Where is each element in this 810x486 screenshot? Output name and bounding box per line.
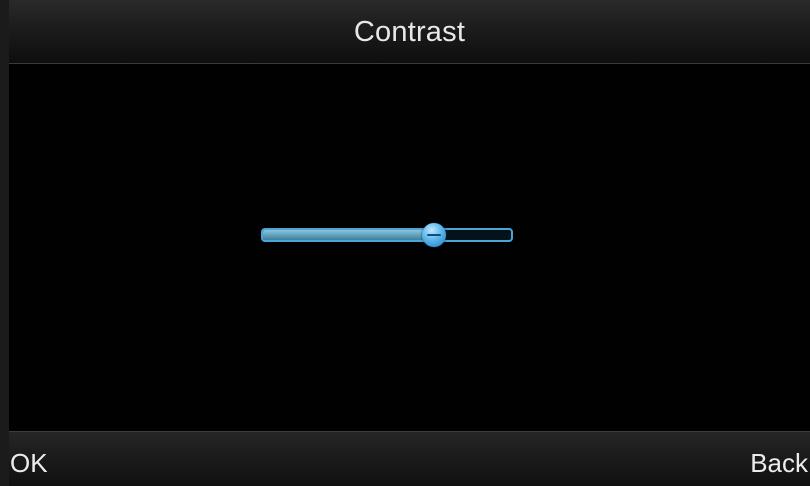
back-button[interactable]: Back [750, 448, 808, 478]
slider-fill [263, 230, 434, 240]
ok-button[interactable]: OK [10, 448, 48, 478]
soft-key-bar: OK Back [9, 431, 810, 486]
contrast-slider[interactable] [261, 222, 515, 250]
title-bar: Contrast [9, 0, 810, 64]
content-area [9, 64, 810, 431]
screen-bezel [0, 0, 9, 486]
slider-thumb[interactable] [422, 223, 446, 247]
page-title: Contrast [353, 16, 466, 48]
device-screen: Contrast OK Back [0, 0, 810, 486]
